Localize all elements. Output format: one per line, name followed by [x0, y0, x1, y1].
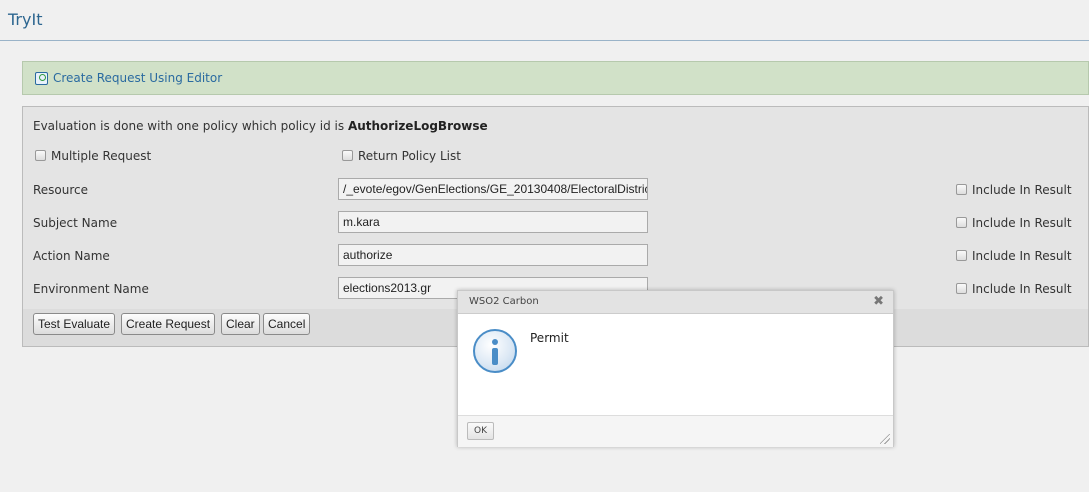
page-title: TryIt	[8, 10, 43, 29]
resource-include-in-result[interactable]: Include In Result	[956, 183, 1072, 197]
edit-request-icon	[35, 71, 48, 85]
test-evaluate-button[interactable]: Test Evaluate	[33, 313, 116, 335]
multiple-request-label: Multiple Request	[51, 149, 152, 163]
multiple-request-checkbox[interactable]: Multiple Request	[35, 149, 151, 163]
evaluation-info: Evaluation is done with one policy which…	[33, 119, 488, 133]
return-policy-list-checkbox[interactable]: Return Policy List	[342, 149, 461, 163]
dialog-title: WSO2 Carbon	[469, 296, 539, 307]
environment-include-in-result[interactable]: Include In Result	[956, 282, 1072, 296]
action-name-input[interactable]: authorize	[338, 244, 648, 266]
create-request-button[interactable]: Create Request	[121, 313, 216, 335]
editor-link-label: Create Request Using Editor	[53, 71, 223, 85]
editor-link-bar: Create Request Using Editor	[22, 61, 1089, 95]
multiple-request-checkbox-box[interactable]	[35, 150, 46, 161]
environment-include-checkbox[interactable]	[956, 283, 967, 294]
resource-input[interactable]: /_evote/egov/GenElections/GE_20130408/El…	[338, 178, 648, 200]
evaluation-info-text: Evaluation is done with one policy which…	[33, 119, 348, 133]
action-include-in-result[interactable]: Include In Result	[956, 249, 1072, 263]
resize-grip-icon[interactable]	[880, 434, 890, 444]
result-dialog: WSO2 Carbon ✖ Permit OK	[457, 290, 894, 447]
cancel-button[interactable]: Cancel	[263, 313, 311, 335]
dialog-message: Permit	[530, 331, 569, 345]
policy-id: AuthorizeLogBrowse	[347, 119, 488, 133]
environment-include-label: Include In Result	[972, 282, 1072, 296]
subject-name-input[interactable]: m.kara	[338, 211, 648, 233]
resource-include-checkbox[interactable]	[956, 184, 967, 195]
action-include-checkbox[interactable]	[956, 250, 967, 261]
subject-name-label: Subject Name	[33, 216, 118, 230]
page-header: TryIt	[0, 0, 1089, 41]
close-icon[interactable]: ✖	[873, 294, 884, 309]
ok-button[interactable]: OK	[467, 422, 494, 440]
action-include-label: Include In Result	[972, 249, 1072, 263]
action-name-label: Action Name	[33, 249, 110, 263]
dialog-titlebar[interactable]: WSO2 Carbon ✖	[458, 291, 893, 314]
subject-include-in-result[interactable]: Include In Result	[956, 216, 1072, 230]
clear-button[interactable]: Clear	[221, 313, 260, 335]
resource-include-label: Include In Result	[972, 183, 1072, 197]
resource-label: Resource	[33, 183, 89, 197]
environment-name-label: Environment Name	[33, 282, 149, 296]
subject-include-checkbox[interactable]	[956, 217, 967, 228]
info-icon	[473, 329, 517, 373]
create-request-editor-link[interactable]: Create Request Using Editor	[35, 71, 222, 85]
return-policy-list-checkbox-box[interactable]	[342, 150, 353, 161]
subject-include-label: Include In Result	[972, 216, 1072, 230]
dialog-footer: OK	[458, 415, 893, 447]
return-policy-list-label: Return Policy List	[358, 149, 461, 163]
